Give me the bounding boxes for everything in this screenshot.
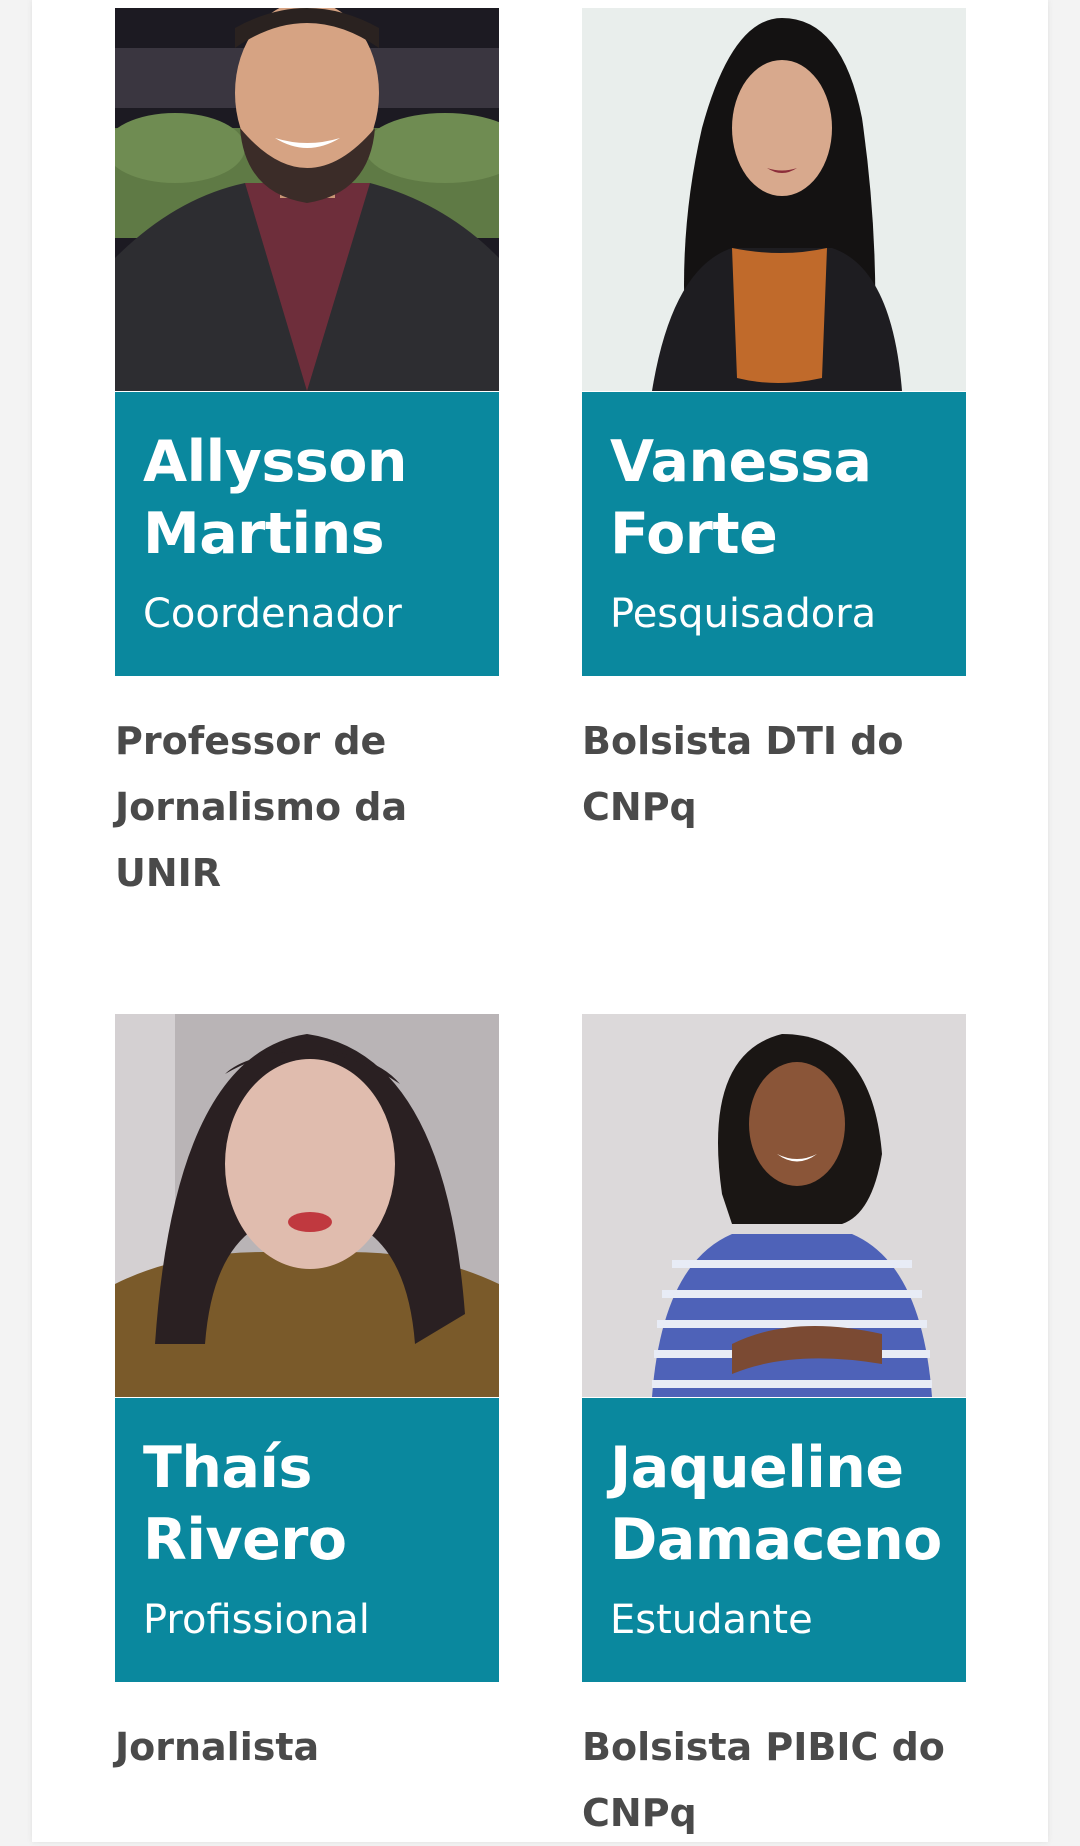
member-first-name: Vanessa	[610, 429, 872, 495]
member-last-name: Rivero	[143, 1507, 347, 1573]
member-photo	[115, 1014, 499, 1397]
member-last-name: Forte	[610, 501, 778, 567]
member-role: Coordenador	[143, 591, 402, 637]
member-banner: Allysson Martins Coordenador	[115, 392, 499, 676]
member-first-name: Thaís	[143, 1435, 312, 1501]
member-banner: Jaqueline Damaceno Estudante	[582, 1398, 966, 1682]
member-last-name: Damaceno	[610, 1507, 942, 1573]
member-banner: Vanessa Forte Pesquisadora	[582, 392, 966, 676]
member-first-name: Jaqueline	[610, 1435, 904, 1501]
description-line: CNPq	[582, 1791, 697, 1835]
member-photo	[582, 1014, 966, 1397]
member-description: Bolsista DTI do CNPq	[582, 708, 966, 840]
member-description: Professor de Jornalismo da UNIR	[115, 708, 499, 906]
member-role: Profissional	[143, 1597, 370, 1643]
member-last-name: Martins	[143, 501, 385, 567]
description-line: Professor de	[115, 719, 387, 763]
description-line: Bolsista DTI do	[582, 719, 904, 763]
member-name: Vanessa Forte	[610, 426, 938, 570]
member-description: Bolsista PIBIC do CNPq	[582, 1714, 966, 1846]
description-line: Jornalismo da	[115, 785, 408, 829]
member-role: Estudante	[610, 1597, 813, 1643]
member-role: Pesquisadora	[610, 591, 877, 637]
member-first-name: Allysson	[143, 429, 407, 495]
member-name: Allysson Martins	[143, 426, 471, 570]
member-name: Jaqueline Damaceno	[610, 1432, 942, 1576]
description-line: CNPq	[582, 785, 697, 829]
description-line: Bolsista PIBIC do	[582, 1725, 945, 1769]
member-name: Thaís Rivero	[143, 1432, 471, 1576]
team-page: Allysson Martins Coordenador Professor d…	[32, 0, 1048, 1842]
member-description: Jornalista	[115, 1714, 499, 1780]
member-banner: Thaís Rivero Profissional	[115, 1398, 499, 1682]
description-line: Jornalista	[115, 1725, 320, 1769]
description-line: UNIR	[115, 851, 222, 895]
member-photo	[115, 8, 499, 391]
member-photo	[582, 8, 966, 391]
